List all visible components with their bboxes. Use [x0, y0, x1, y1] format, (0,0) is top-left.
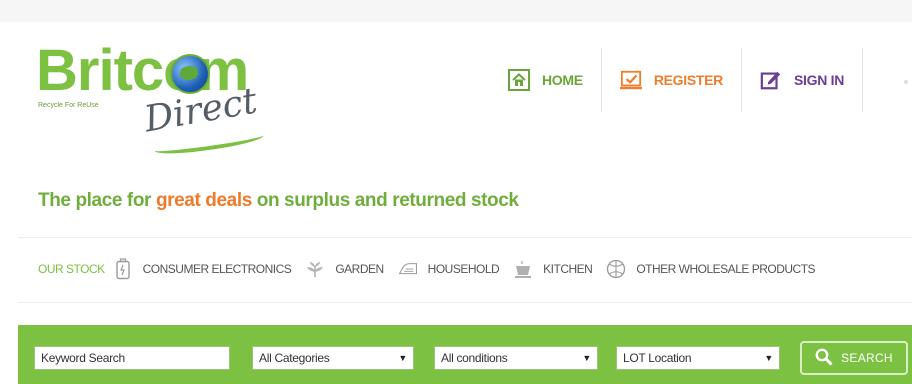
keyword-search-input[interactable]: Keyword Search	[34, 346, 230, 370]
category-bar: OUR STOCK CONSUMER ELECTRONICS GARDEN HO…	[38, 258, 829, 280]
nav-register-label: REGISTER	[653, 72, 723, 88]
logo-tagline: Recycle For ReUse	[38, 102, 99, 109]
battery-icon	[113, 258, 133, 280]
site-logo[interactable]: Britcom Recycle For ReUse Direct	[36, 40, 276, 158]
chevron-down-icon: ▼	[764, 353, 773, 363]
category-garden[interactable]: GARDEN	[305, 258, 384, 280]
cup-icon	[513, 258, 533, 280]
category-select[interactable]: All Categories ▼	[252, 346, 414, 370]
tagline-accent: great deals	[155, 190, 252, 211]
home-icon	[508, 69, 530, 91]
header-nav: HOME REGISTER SIGN IN	[490, 48, 864, 112]
condition-select[interactable]: All conditions ▼	[434, 346, 598, 370]
chevron-down-icon: ▼	[398, 353, 407, 363]
nav-home-label: HOME	[542, 72, 583, 88]
condition-select-value: All conditions	[441, 351, 508, 365]
category-label: HOUSEHOLD	[427, 262, 500, 276]
category-consumer-electronics[interactable]: CONSUMER ELECTRONICS	[113, 258, 292, 280]
tagline-part1: The place for	[38, 190, 156, 211]
iron-icon	[398, 258, 418, 280]
category-label: OTHER WHOLESALE PRODUCTS	[636, 262, 816, 276]
top-strip	[0, 0, 912, 22]
search-button[interactable]: SEARCH	[800, 341, 908, 375]
category-other-wholesale[interactable]: OTHER WHOLESALE PRODUCTS	[606, 258, 816, 280]
divider	[18, 302, 912, 303]
site-tagline: The place for great deals on surplus and…	[38, 190, 519, 212]
nav-signin-label: SIGN IN	[793, 72, 845, 88]
nav-overflow-dot	[904, 80, 908, 84]
ball-icon	[606, 258, 626, 280]
search-icon	[815, 348, 833, 369]
category-label: GARDEN	[335, 262, 384, 276]
category-kitchen[interactable]: KITCHEN	[513, 258, 593, 280]
location-select-value: LOT Location	[623, 351, 692, 365]
tagline-part2: on surplus and returned stock	[251, 190, 519, 211]
category-select-value: All Categories	[259, 351, 330, 365]
our-stock-label[interactable]: OUR STOCK	[38, 262, 105, 276]
edit-icon	[760, 69, 782, 91]
register-icon	[619, 69, 642, 91]
category-label: CONSUMER ELECTRONICS	[142, 262, 292, 276]
plant-icon	[305, 258, 325, 280]
nav-home[interactable]: HOME	[490, 48, 602, 112]
category-label: KITCHEN	[543, 262, 593, 276]
category-household[interactable]: HOUSEHOLD	[398, 258, 500, 280]
chevron-down-icon: ▼	[582, 353, 591, 363]
location-select[interactable]: LOT Location ▼	[616, 346, 780, 370]
search-bar: Keyword Search All Categories ▼ All cond…	[18, 325, 912, 384]
nav-signin[interactable]: SIGN IN	[742, 48, 864, 112]
divider	[18, 237, 912, 238]
nav-register[interactable]: REGISTER	[602, 48, 742, 112]
search-button-label: SEARCH	[841, 351, 893, 365]
